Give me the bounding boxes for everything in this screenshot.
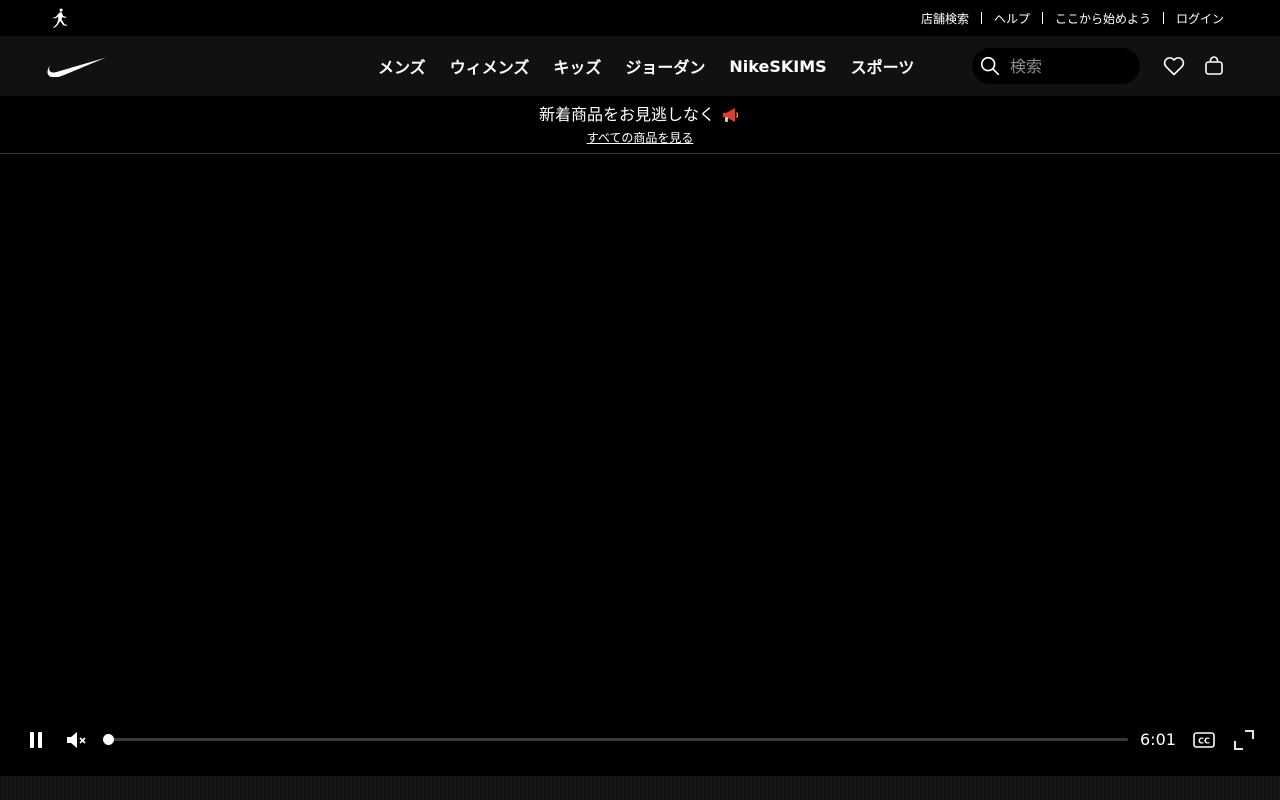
nav-sports[interactable]: スポーツ [839, 54, 927, 78]
volume-muted-icon [67, 732, 86, 748]
shopping-bag-icon [1205, 56, 1223, 75]
divider [1041, 12, 1043, 24]
pause-icon [30, 732, 42, 748]
nav-mens[interactable]: メンズ [366, 54, 438, 78]
help-link[interactable]: ヘルプ [994, 10, 1030, 27]
megaphone-icon [723, 108, 739, 122]
favorites-button[interactable] [1162, 54, 1186, 78]
jordan-logo-icon[interactable] [50, 7, 70, 29]
heart-icon [1163, 57, 1185, 76]
video-controls: 6:01 CC [0, 720, 1280, 760]
promo-banner: 新着商品をお見逃しなく すべての商品を見る [0, 96, 1280, 154]
nav-links: メンズ ウィメンズ キッズ ジョーダン NikeSKIMS スポーツ [366, 36, 926, 96]
fullscreen-icon [1234, 730, 1254, 750]
divider [980, 12, 982, 24]
nike-swoosh-logo-icon[interactable] [47, 55, 107, 77]
fullscreen-button[interactable] [1232, 728, 1256, 752]
page-bottom-edge [0, 776, 1280, 800]
promo-title: 新着商品をお見逃しなく [538, 105, 715, 124]
utility-bar: 店舗検索 ヘルプ ここから始めよう ログイン [0, 0, 1280, 36]
video-time: 6:01 [1140, 730, 1176, 749]
search-box [972, 48, 1140, 84]
progress-scrubber[interactable] [103, 734, 114, 745]
video-progress-bar[interactable] [108, 738, 1128, 741]
nav-nikeskims[interactable]: NikeSKIMS [717, 57, 838, 76]
hero-video[interactable] [0, 154, 1280, 776]
promo-title-row: 新着商品をお見逃しなく [0, 105, 1280, 125]
view-all-products-link[interactable]: すべての商品を見る [587, 129, 694, 146]
cart-button[interactable] [1202, 54, 1226, 78]
store-locator-link[interactable]: 店舗検索 [921, 10, 969, 27]
nav-womens[interactable]: ウィメンズ [438, 54, 542, 78]
nav-jordan[interactable]: ジョーダン [613, 54, 717, 78]
utility-links: 店舗検索 ヘルプ ここから始めよう ログイン [921, 0, 1224, 36]
search-input[interactable] [1008, 56, 1130, 76]
captions-button[interactable]: CC [1192, 728, 1216, 752]
svg-text:CC: CC [1198, 737, 1210, 746]
closed-captions-icon: CC [1193, 732, 1215, 748]
login-link[interactable]: ログイン [1176, 10, 1224, 27]
pause-button[interactable] [24, 728, 48, 752]
join-link[interactable]: ここから始めよう [1055, 10, 1151, 27]
nav-kids[interactable]: キッズ [541, 54, 613, 78]
mute-button[interactable] [64, 728, 88, 752]
search-icon [980, 56, 1000, 76]
divider [1162, 12, 1164, 24]
search-button[interactable] [972, 48, 1008, 84]
main-nav: メンズ ウィメンズ キッズ ジョーダン NikeSKIMS スポーツ [0, 36, 1280, 96]
